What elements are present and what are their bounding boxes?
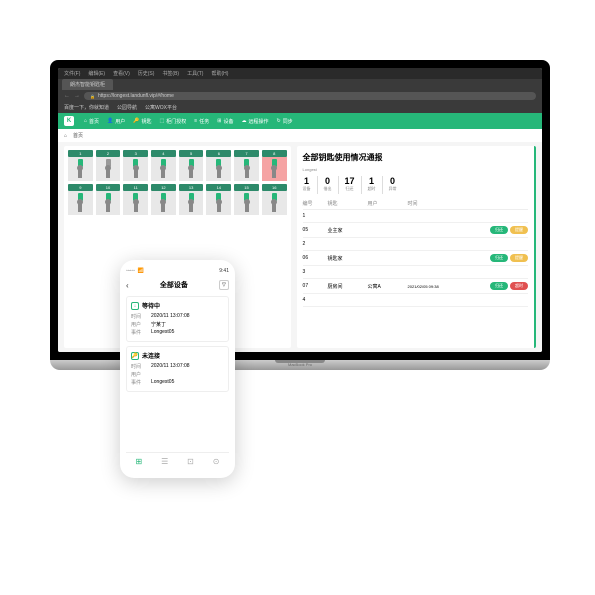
nav-item[interactable]: ☁远程操作 [241, 118, 268, 125]
app-logo[interactable]: K [64, 116, 74, 126]
nav-item[interactable]: ↻同步 [276, 118, 292, 125]
report-title: 全部钥匙使用情况通报 [303, 152, 528, 163]
key-slot[interactable]: 13 [179, 184, 204, 215]
status-badge: 归还 [490, 282, 508, 290]
bookmark-link[interactable]: 百度一下，你就知道 [64, 104, 109, 111]
key-slot[interactable]: 15 [234, 184, 259, 215]
key-slot[interactable]: 6 [206, 150, 231, 181]
stat-item: 1超时 [368, 176, 376, 194]
table-row[interactable]: 4 [303, 294, 528, 307]
table-row[interactable]: 06钥匙家归还提醒 [303, 251, 528, 266]
bookmark-link[interactable]: 公园导航 [117, 104, 137, 111]
report-panel: 全部钥匙使用情况通报 Longest 1设备0借出17归还1超时0异常 编号钥匙… [297, 146, 536, 348]
forward-icon[interactable]: → [74, 93, 80, 99]
nav-item[interactable]: 👤用户 [107, 118, 125, 125]
nav-icon: ⊞ [217, 118, 221, 124]
phone-header: ‹ 全部设备 ▽ [126, 278, 229, 292]
app-navbar: K ⌂首页 👤用户 🔑钥匙 ⬚柜门授权 ≡任务 ⊞设备 ☁远程操作 ↻同步 [58, 113, 542, 129]
stat-item: 1设备 [303, 176, 311, 194]
stat-item: 0异常 [389, 176, 397, 194]
key-slot[interactable]: 4 [151, 150, 176, 181]
phone-statusbar: ◦◦◦◦◦ 📶 9:41 [126, 268, 229, 274]
table-row[interactable]: 1 [303, 210, 528, 223]
browser-menubar[interactable]: 文件(F)编辑(E)查看(V)历史(S)书签(B)工具(T)帮助(H) [58, 68, 542, 79]
phone-frame: ◦◦◦◦◦ 📶 9:41 ‹ 全部设备 ▽ ↓等待中时间2020/11 13:0… [120, 260, 235, 478]
stat-item: 17归还 [345, 176, 355, 194]
status-badge: 归还 [490, 254, 508, 262]
nav-icon: ↻ [276, 118, 280, 124]
lock-icon: 🔒 [90, 94, 95, 99]
key-slot[interactable]: 16 [262, 184, 287, 215]
key-slot[interactable]: 10 [96, 184, 121, 215]
stat-item: 0借出 [324, 176, 332, 194]
event-card[interactable]: 🔑未连接时间2020/11 13:07:08用户事件Longest05 [126, 346, 229, 392]
key-slot[interactable]: 5 [179, 150, 204, 181]
bookmark-link[interactable]: 公寓WOX平台 [145, 104, 177, 111]
status-badge: 超时 [510, 282, 528, 290]
nav-icon: ⬚ [160, 118, 165, 124]
nav-icon: 🔑 [133, 118, 139, 124]
nav-item[interactable]: ⌂首页 [84, 118, 99, 125]
status-badge: 提醒 [510, 254, 528, 262]
nav-icon: ☁ [241, 118, 246, 124]
back-button[interactable]: ‹ [126, 281, 129, 290]
tab-list-icon[interactable]: ☰ [161, 457, 168, 466]
nav-item[interactable]: ⬚柜门授权 [160, 118, 187, 125]
phone-page-title: 全部设备 [160, 280, 188, 290]
table-header: 编号钥匙用户时间 [303, 198, 528, 210]
key-slot[interactable]: 11 [123, 184, 148, 215]
key-slot[interactable]: 14 [206, 184, 231, 215]
key-slot[interactable]: 2 [96, 150, 121, 181]
phone-tabbar: ⊞ ☰ ⊡ ⊙ [126, 452, 229, 470]
table-row[interactable]: 05业主家归还提醒 [303, 223, 528, 238]
report-subtitle: Longest [303, 167, 528, 172]
table-row[interactable]: 07厨房间公寓A2021/02/05 09:38归还超时 [303, 279, 528, 294]
tab-home-icon[interactable]: ⊞ [135, 457, 142, 466]
browser-tab[interactable]: 朗杰智能钥匙柜 [62, 79, 113, 90]
card-status-icon: 🔑 [131, 352, 139, 360]
nav-item[interactable]: ≡任务 [194, 118, 209, 125]
key-slot[interactable]: 1 [68, 150, 93, 181]
tab-grid-icon[interactable]: ⊡ [187, 457, 194, 466]
key-slot[interactable]: 3 [123, 150, 148, 181]
nav-icon: 👤 [107, 118, 113, 124]
nav-item[interactable]: ⊞设备 [217, 118, 233, 125]
tab-settings-icon[interactable]: ⊙ [213, 457, 220, 466]
key-slot[interactable]: 8 [262, 150, 287, 181]
url-input[interactable]: 🔒 https://longest.landunfl.vip/#/home [84, 92, 536, 100]
key-slot[interactable]: 9 [68, 184, 93, 215]
key-slot[interactable]: 7 [234, 150, 259, 181]
key-slot[interactable]: 12 [151, 184, 176, 215]
card-status-icon: ↓ [131, 302, 139, 310]
status-badge: 提醒 [510, 226, 528, 234]
table-row[interactable]: 2 [303, 238, 528, 251]
browser-tabs: 朗杰智能钥匙柜 [58, 79, 542, 90]
breadcrumb: 首页 [58, 129, 542, 142]
filter-icon[interactable]: ▽ [219, 280, 229, 290]
event-card[interactable]: ↓等待中时间2020/11 13:07:08用户宁某丁事件Longest05 [126, 296, 229, 342]
status-badge: 归还 [490, 226, 508, 234]
nav-item[interactable]: 🔑钥匙 [133, 118, 151, 125]
nav-icon: ⌂ [84, 118, 87, 124]
table-row[interactable]: 3 [303, 266, 528, 279]
nav-icon: ≡ [194, 118, 197, 124]
bookmark-bar: 百度一下，你就知道 公园导航 公寓WOX平台 [58, 102, 542, 113]
browser-urlbar: ← → 🔒 https://longest.landunfl.vip/#/hom… [58, 90, 542, 102]
back-icon[interactable]: ← [64, 93, 70, 99]
